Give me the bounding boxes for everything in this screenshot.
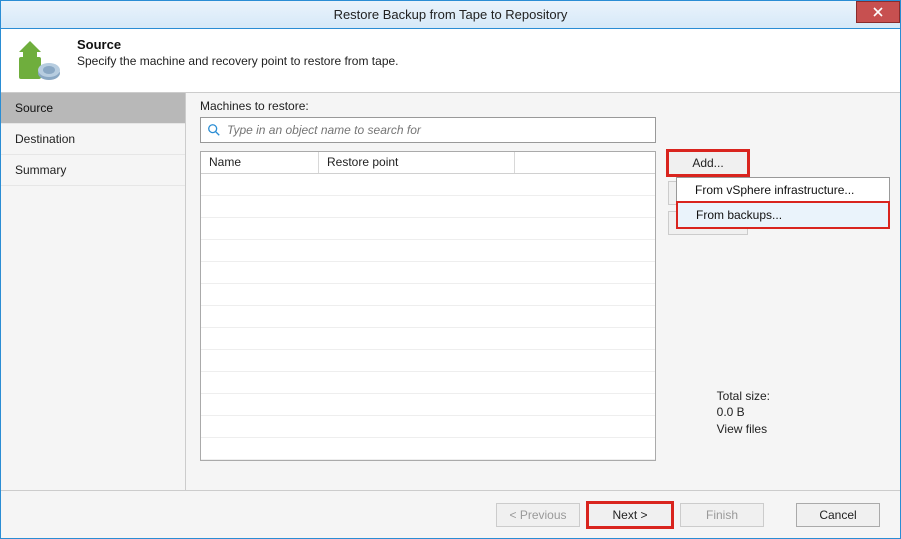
table-row bbox=[201, 262, 655, 284]
column-name[interactable]: Name bbox=[201, 152, 319, 173]
search-input[interactable] bbox=[227, 123, 649, 137]
total-size-value: 0.0 B bbox=[717, 404, 770, 421]
table-row bbox=[201, 394, 655, 416]
finish-button: Finish bbox=[680, 503, 764, 527]
table-row bbox=[201, 306, 655, 328]
cancel-button[interactable]: Cancel bbox=[796, 503, 880, 527]
sidebar-item-label: Source bbox=[15, 101, 53, 115]
add-button[interactable]: Add... bbox=[668, 151, 748, 175]
wizard-sidebar: Source Destination Summary bbox=[1, 93, 186, 490]
sidebar-item-destination[interactable]: Destination bbox=[1, 124, 185, 155]
total-size-label: Total size: bbox=[717, 388, 770, 405]
column-restore-point[interactable]: Restore point bbox=[319, 152, 515, 173]
table-row bbox=[201, 328, 655, 350]
titlebar: Restore Backup from Tape to Repository bbox=[1, 1, 900, 29]
close-button[interactable] bbox=[856, 1, 900, 23]
table-row bbox=[201, 174, 655, 196]
header-subtitle: Specify the machine and recovery point t… bbox=[77, 54, 888, 68]
sidebar-item-summary[interactable]: Summary bbox=[1, 155, 185, 186]
table-row bbox=[201, 196, 655, 218]
table-row bbox=[201, 218, 655, 240]
wizard-footer: < Previous Next > Finish Cancel bbox=[1, 490, 900, 538]
header-title: Source bbox=[77, 37, 888, 52]
previous-button: < Previous bbox=[496, 503, 580, 527]
machines-table[interactable]: Name Restore point bbox=[200, 151, 656, 461]
content-row: Name Restore point bbox=[200, 151, 886, 461]
next-button[interactable]: Next > bbox=[588, 503, 672, 527]
sidebar-item-source[interactable]: Source bbox=[1, 93, 185, 124]
wizard-window: Restore Backup from Tape to Repository S… bbox=[0, 0, 901, 539]
window-title: Restore Backup from Tape to Repository bbox=[334, 7, 568, 22]
sidebar-item-label: Summary bbox=[15, 163, 66, 177]
column-blank bbox=[515, 152, 655, 173]
view-files-link[interactable]: View files bbox=[717, 421, 770, 438]
machines-label: Machines to restore: bbox=[200, 99, 886, 113]
search-box[interactable] bbox=[200, 117, 656, 143]
dropdown-from-vsphere[interactable]: From vSphere infrastructure... bbox=[677, 178, 889, 202]
table-row bbox=[201, 240, 655, 262]
table-row bbox=[201, 284, 655, 306]
tape-restore-icon bbox=[15, 37, 63, 85]
wizard-body: Source Destination Summary Machines to r… bbox=[1, 93, 900, 490]
header-text: Source Specify the machine and recovery … bbox=[77, 37, 888, 68]
total-size-block: Total size: 0.0 B View files bbox=[717, 388, 770, 438]
table-row bbox=[201, 438, 655, 460]
table-row bbox=[201, 372, 655, 394]
table-header: Name Restore point bbox=[201, 152, 655, 174]
wizard-main: Machines to restore: Name Restore point bbox=[186, 93, 900, 490]
close-icon bbox=[873, 7, 883, 17]
sidebar-item-label: Destination bbox=[15, 132, 75, 146]
search-icon bbox=[207, 123, 221, 137]
dropdown-from-backups[interactable]: From backups... bbox=[676, 201, 890, 229]
add-dropdown: From vSphere infrastructure... From back… bbox=[676, 177, 890, 229]
table-body bbox=[201, 174, 655, 460]
wizard-header: Source Specify the machine and recovery … bbox=[1, 29, 900, 93]
table-row bbox=[201, 416, 655, 438]
table-row bbox=[201, 350, 655, 372]
